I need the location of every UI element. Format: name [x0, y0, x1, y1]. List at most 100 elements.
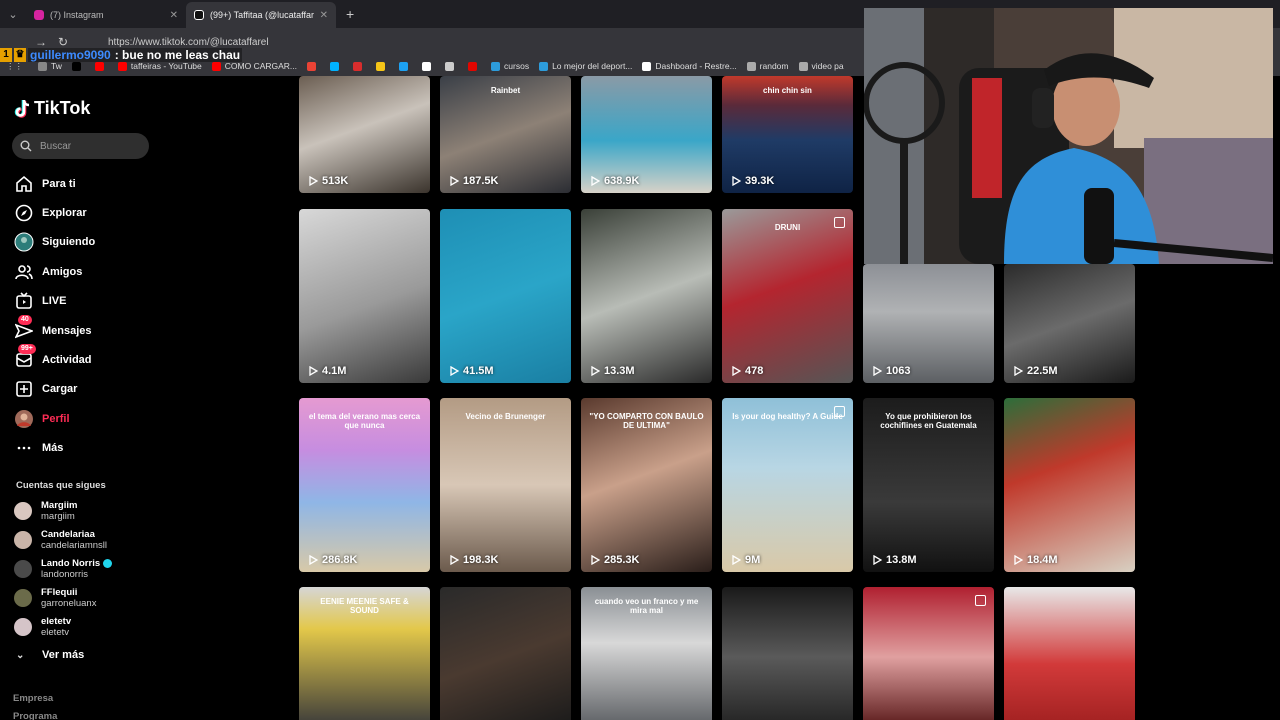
bookmark-item[interactable]: random [746, 61, 789, 71]
main-nav: Para ti Explorar Siguiendo Amigos LIVE 40 Mens… [14, 169, 95, 463]
view-count-text: 285.3K [604, 554, 640, 566]
view-count-text: 18.4M [1027, 554, 1058, 566]
video-thumbnail[interactable]: 22.5M [1004, 264, 1135, 383]
sidebar: TikTok Buscar Para ti Explorar Siguiendo Am… [0, 76, 290, 720]
view-count-text: 1063 [886, 365, 911, 377]
video-thumbnail[interactable]: Is your dog healthy? A Guide 9M [722, 398, 853, 572]
video-thumbnail[interactable]: Yo que prohibieron los cochiflines en Gu… [863, 398, 994, 572]
bookmark-item[interactable] [422, 61, 435, 71]
video-thumbnail[interactable]: 638.9K [581, 76, 712, 193]
video-thumbnail[interactable] [863, 587, 994, 720]
following-account-item[interactable]: Candelariaa candelariamnsll [14, 525, 112, 554]
view-count-text: 4.1M [322, 365, 347, 377]
video-thumbnail[interactable]: cuando veo un franco y me mira mal [581, 587, 712, 720]
video-thumbnail[interactable]: 4.1M [299, 209, 430, 383]
bookmark-item[interactable]: Dashboard - Restre... [642, 61, 737, 71]
tiktok-favicon-icon [194, 10, 204, 20]
view-count: 4.1M [309, 365, 346, 377]
video-thumbnail[interactable]: DRUNI 478 [722, 209, 853, 383]
bookmark-item[interactable]: cursos [491, 61, 529, 71]
bookmark-favicon-icon [307, 61, 317, 71]
video-thumbnail[interactable]: Rainbet 187.5K [440, 76, 571, 193]
view-count: 286.8K [309, 554, 357, 566]
following-account-item[interactable]: Margiim margiim [14, 496, 112, 525]
nav-label: Actividad [42, 354, 92, 367]
browser-tab-tiktok[interactable]: (99+) Taffitaa (@lucataffarel) | T ✕ [186, 2, 336, 28]
nav-item-amigos[interactable]: Amigos [14, 257, 95, 286]
view-count: 513K [309, 175, 348, 187]
streamer-webcam-image [864, 8, 1273, 264]
following-account-item[interactable]: Lando Norris landonorris [14, 554, 113, 583]
nav-item-cargar[interactable]: Cargar [14, 375, 95, 404]
play-icon [591, 366, 600, 376]
video-caption-overlay: Yo que prohibieron los cochiflines en Gu… [880, 412, 977, 430]
avatar [14, 559, 32, 578]
video-thumbnail[interactable] [1004, 587, 1135, 720]
video-thumbnail[interactable]: 513K [299, 76, 430, 193]
compass-icon [14, 203, 34, 223]
bookmark-label: random [759, 61, 789, 71]
nav-item-parati[interactable]: Para ti [14, 169, 95, 198]
bookmark-item[interactable]: Lo mejor del deport... [539, 61, 632, 71]
stream-chat-overlay: 1 ♛ guillermo9090 : bue no me leas chau [0, 46, 243, 64]
nav-item-actividad[interactable]: 99+ Actividad [14, 344, 95, 374]
view-count-text: 39.3K [745, 175, 775, 187]
see-more-label: Ver más [42, 649, 85, 661]
nav-label: Más [42, 442, 64, 455]
bookmark-favicon-icon [642, 61, 652, 71]
nav-item-siguiendo[interactable]: Siguiendo [14, 228, 95, 257]
browser-tab-instagram[interactable]: (7) Instagram ✕ [26, 2, 186, 28]
video-thumbnail[interactable]: 18.4M [1004, 398, 1135, 572]
bookmark-item[interactable]: video pa [798, 61, 844, 71]
close-tab-icon[interactable]: ✕ [170, 10, 178, 21]
nav-label: Mensajes [42, 324, 92, 337]
following-account-item[interactable]: FFlequii garroneluanx [14, 583, 112, 612]
footer-link-programa[interactable]: Programa [13, 711, 57, 720]
bookmark-item[interactable] [353, 61, 366, 71]
bookmark-favicon-icon [491, 61, 501, 71]
video-thumbnail[interactable]: 13.3M [581, 209, 712, 383]
bookmark-item[interactable] [445, 61, 458, 71]
bookmark-item[interactable] [376, 61, 389, 71]
avatar [14, 530, 32, 549]
view-count: 187.5K [450, 175, 498, 187]
new-tab-plus-icon[interactable]: + [346, 6, 354, 22]
video-thumbnail[interactable]: Vecino de Brunenger 198.3K [440, 398, 571, 572]
search-input[interactable]: Buscar [12, 133, 149, 159]
tiktok-logo[interactable]: TikTok [14, 98, 90, 119]
bookmark-item[interactable] [468, 61, 481, 71]
bookmark-item[interactable] [307, 61, 320, 71]
following-account-item[interactable]: eletetv eletetv [14, 612, 112, 641]
nav-label: Amigos [42, 265, 83, 278]
footer-link-empresa[interactable]: Empresa [13, 693, 53, 704]
video-thumbnail[interactable] [440, 587, 571, 720]
view-count-text: 638.9K [604, 175, 640, 187]
home-icon [14, 174, 34, 194]
video-thumbnail[interactable]: el tema del verano mas cerca que nunca 28… [299, 398, 430, 572]
nav-item-live[interactable]: LIVE [14, 287, 95, 316]
nav-item-ms[interactable]: Más [14, 434, 95, 463]
video-thumbnail[interactable]: 41.5M [440, 209, 571, 383]
nav-item-perfil[interactable]: Perfil [14, 404, 95, 433]
video-thumbnail[interactable]: 1063 [863, 264, 994, 383]
nav-item-explorar[interactable]: Explorar [14, 198, 95, 227]
nav-label: Perfil [42, 412, 70, 425]
video-thumbnail[interactable]: EENIE MEENIE SAFE & SOUND [299, 587, 430, 720]
view-count: 478 [732, 365, 763, 377]
upload-icon [14, 379, 34, 399]
video-thumbnail[interactable]: chin chin sin 39.3K [722, 76, 853, 193]
tab-title: (99+) Taffitaa (@lucataffarel) | T [210, 10, 314, 20]
search-icon [20, 140, 32, 152]
tab-list-chevron-icon[interactable]: ⌄ [0, 8, 26, 21]
account-username: garroneluanx [41, 597, 97, 609]
video-thumbnail[interactable] [722, 587, 853, 720]
bookmark-favicon-icon [399, 61, 409, 71]
play-icon [450, 555, 459, 565]
bookmark-item[interactable] [399, 61, 412, 71]
view-count: 285.3K [591, 554, 639, 566]
nav-item-mensajes[interactable]: 40 Mensajes [14, 314, 95, 345]
bookmark-item[interactable] [330, 61, 343, 71]
video-thumbnail[interactable]: "YO COMPARTO CON BAULO DE ULTIMA" 285.3K [581, 398, 712, 572]
close-tab-icon[interactable]: ✕ [320, 10, 328, 21]
see-more-button[interactable]: ⌄ Ver más [16, 649, 84, 661]
